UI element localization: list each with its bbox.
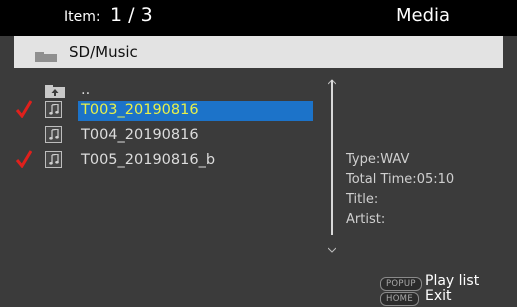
list-item-parent-folder[interactable]: .. <box>0 79 330 101</box>
media-browser-screen: Item: 1 / 3 Media SD/Music .. T003_20190… <box>0 0 517 307</box>
info-title: Title: <box>346 192 379 207</box>
current-path: SD/Music <box>69 43 138 61</box>
scroll-up-arrow-icon[interactable] <box>327 70 337 85</box>
scrollbar[interactable] <box>331 80 333 235</box>
list-item-label: T003_20190816 <box>78 101 313 121</box>
play-list-hint[interactable]: Play list <box>425 273 479 289</box>
folder-icon <box>35 47 57 62</box>
music-file-icon <box>45 101 62 118</box>
music-file-icon <box>45 126 62 143</box>
list-item-track[interactable]: T005_20190816_b <box>0 149 330 171</box>
list-item-label: .. <box>81 82 91 98</box>
check-mark-icon <box>15 100 33 119</box>
popup-key-badge: POPUP <box>380 277 422 291</box>
info-artist: Artist: <box>346 212 386 227</box>
list-item-label: T004_20190816 <box>81 127 199 143</box>
home-key-badge: HOME <box>380 292 419 306</box>
list-item-label: T005_20190816_b <box>81 152 216 168</box>
info-total-time: Total Time:05:10 <box>346 172 455 187</box>
music-file-icon <box>45 151 62 168</box>
header-bar: Item: 1 / 3 Media <box>0 0 517 36</box>
list-item-track[interactable]: T003_20190816 <box>0 99 330 121</box>
path-bar: SD/Music <box>14 36 503 68</box>
scroll-down-arrow-icon[interactable] <box>327 238 337 253</box>
list-item-track[interactable]: T004_20190816 <box>0 124 330 146</box>
check-mark-icon <box>15 150 33 169</box>
exit-hint[interactable]: Exit <box>425 288 452 304</box>
item-counter: 1 / 3 <box>110 4 153 26</box>
parent-folder-icon <box>45 83 65 98</box>
screen-title: Media <box>396 5 451 26</box>
item-label: Item: <box>64 9 101 25</box>
info-type: Type:WAV <box>346 152 410 167</box>
